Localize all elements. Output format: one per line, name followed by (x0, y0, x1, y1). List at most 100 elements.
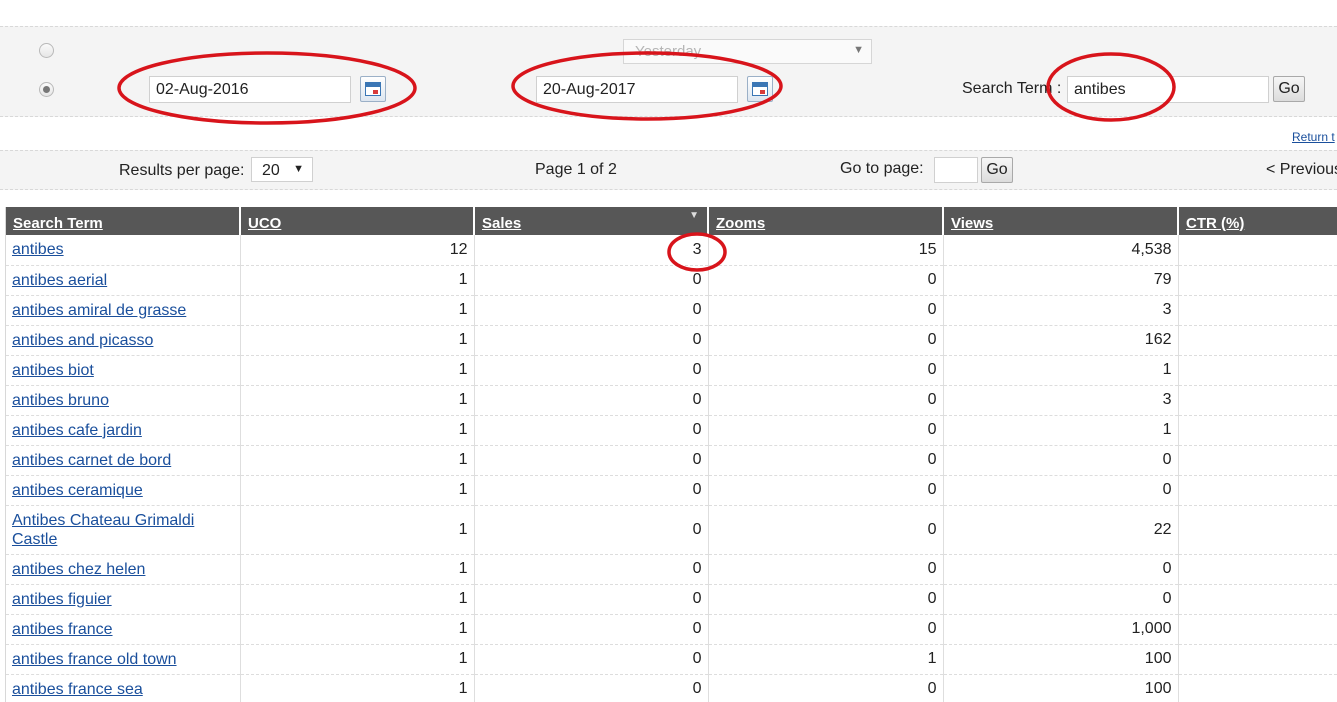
ctr-cell (1178, 265, 1337, 296)
column-header-ctr[interactable]: CTR (%) (1178, 207, 1337, 235)
zooms-cell: 0 (708, 265, 944, 296)
views-cell: 100 (943, 644, 1179, 675)
preset-range-value: Yesterday (635, 43, 702, 60)
ctr-cell (1178, 505, 1337, 555)
search-term-link[interactable]: antibes (12, 241, 64, 258)
preset-range-select[interactable]: Yesterday ▼ (623, 39, 872, 64)
table-row: antibes france old town 1 0 1 100 (6, 644, 1337, 675)
search-term-link[interactable]: antibes figuier (12, 591, 112, 608)
column-header-search-term[interactable]: Search Term (6, 207, 241, 235)
end-date-calendar-button[interactable] (747, 76, 773, 102)
uco-cell: 1 (240, 614, 475, 645)
search-term-link[interactable]: antibes carnet de bord (12, 452, 171, 469)
table-row: antibes biot 1 0 0 1 (6, 355, 1337, 386)
column-header-zooms[interactable]: Zooms (708, 207, 944, 235)
column-header-sales[interactable]: Sales ▼ (474, 207, 709, 235)
views-cell: 3 (943, 385, 1179, 416)
views-cell: 100 (943, 674, 1179, 702)
table-row: antibes amiral de grasse 1 0 0 3 (6, 295, 1337, 326)
ctr-cell (1178, 554, 1337, 585)
results-per-page-select[interactable]: 20 ▼ (251, 157, 313, 182)
search-term-link[interactable]: antibes france sea (12, 681, 143, 698)
zooms-cell: 0 (708, 475, 944, 506)
zooms-cell: 0 (708, 325, 944, 356)
views-cell: 0 (943, 554, 1179, 585)
search-term-link[interactable]: antibes chez helen (12, 561, 145, 578)
views-cell: 4,538 (943, 235, 1179, 266)
ctr-cell (1178, 325, 1337, 356)
sales-cell: 0 (474, 445, 709, 476)
search-go-button[interactable]: Go (1273, 76, 1305, 102)
zooms-cell: 0 (708, 295, 944, 326)
sales-cell: 0 (474, 674, 709, 702)
table-header-row: Search Term UCO Sales ▼ Zooms Views CTR (… (6, 207, 1337, 235)
sales-cell: 0 (474, 295, 709, 326)
ctr-cell (1178, 644, 1337, 675)
end-date-input[interactable]: 20-Aug-2017 (536, 76, 738, 103)
views-cell: 22 (943, 505, 1179, 555)
search-term-link[interactable]: antibes amiral de grasse (12, 302, 186, 319)
start-date-calendar-button[interactable] (360, 76, 386, 102)
chevron-down-icon: ▼ (293, 163, 304, 175)
page-info: Page 1 of 2 (535, 161, 617, 178)
column-header-uco[interactable]: UCO (240, 207, 475, 235)
views-cell: 0 (943, 475, 1179, 506)
ctr-cell (1178, 385, 1337, 416)
search-term-link[interactable]: antibes bruno (12, 392, 109, 409)
zooms-cell: 0 (708, 415, 944, 446)
search-term-link[interactable]: antibes biot (12, 362, 94, 379)
views-cell: 3 (943, 295, 1179, 326)
column-header-views[interactable]: Views (943, 207, 1179, 235)
sales-cell: 0 (474, 355, 709, 386)
uco-cell: 1 (240, 584, 475, 615)
sales-cell: 0 (474, 415, 709, 446)
custom-range-radio[interactable] (39, 82, 54, 97)
preset-range-radio[interactable] (39, 43, 54, 58)
ctr-cell (1178, 415, 1337, 446)
return-link[interactable]: Return t (1292, 130, 1335, 144)
uco-cell: 1 (240, 445, 475, 476)
table-row: antibes cafe jardin 1 0 0 1 (6, 415, 1337, 446)
search-term-link[interactable]: antibes aerial (12, 272, 107, 289)
zooms-cell: 0 (708, 385, 944, 416)
table-row: antibes bruno 1 0 0 3 (6, 385, 1337, 416)
go-to-page-label: Go to page: (840, 160, 924, 177)
results-table-container: Search Term UCO Sales ▼ Zooms Views CTR (… (5, 207, 1337, 702)
uco-cell: 1 (240, 295, 475, 326)
uco-cell: 1 (240, 355, 475, 386)
uco-cell: 1 (240, 415, 475, 446)
zooms-cell: 0 (708, 614, 944, 645)
table-row: antibes carnet de bord 1 0 0 0 (6, 445, 1337, 476)
calendar-icon (365, 82, 381, 96)
ctr-cell (1178, 295, 1337, 326)
uco-cell: 12 (240, 235, 475, 266)
ctr-cell (1178, 614, 1337, 645)
sort-descending-icon: ▼ (689, 210, 699, 221)
sales-cell: 0 (474, 644, 709, 675)
chevron-down-icon: ▼ (853, 44, 864, 56)
table-row: antibes france 1 0 0 1,000 (6, 614, 1337, 645)
search-term-link[interactable]: antibes ceramique (12, 482, 143, 499)
search-term-link[interactable]: antibes france old town (12, 651, 177, 668)
search-term-input[interactable]: antibes (1067, 76, 1269, 103)
table-row: Antibes Chateau Grimaldi Castle 1 0 0 22 (6, 505, 1337, 555)
table-row: antibes aerial 1 0 0 79 (6, 265, 1337, 296)
go-to-page-button[interactable]: Go (981, 157, 1013, 183)
ctr-cell (1178, 355, 1337, 386)
uco-cell: 1 (240, 475, 475, 506)
ctr-cell (1178, 235, 1337, 266)
previous-page-link[interactable]: < Previous (1266, 161, 1337, 179)
table-row: antibes ceramique 1 0 0 0 (6, 475, 1337, 506)
views-cell: 1,000 (943, 614, 1179, 645)
search-term-link[interactable]: Antibes Chateau Grimaldi Castle (12, 512, 194, 548)
start-date-input[interactable]: 02-Aug-2016 (149, 76, 351, 103)
sales-cell: 0 (474, 554, 709, 585)
search-term-link[interactable]: antibes france (12, 621, 113, 638)
go-to-page-input[interactable] (934, 157, 978, 183)
sales-cell: 3 (474, 235, 709, 266)
search-term-link[interactable]: antibes and picasso (12, 332, 153, 349)
views-cell: 1 (943, 355, 1179, 386)
results-per-page-label: Results per page: (119, 162, 245, 179)
search-term-link[interactable]: antibes cafe jardin (12, 422, 142, 439)
table-row: antibes and picasso 1 0 0 162 (6, 325, 1337, 356)
